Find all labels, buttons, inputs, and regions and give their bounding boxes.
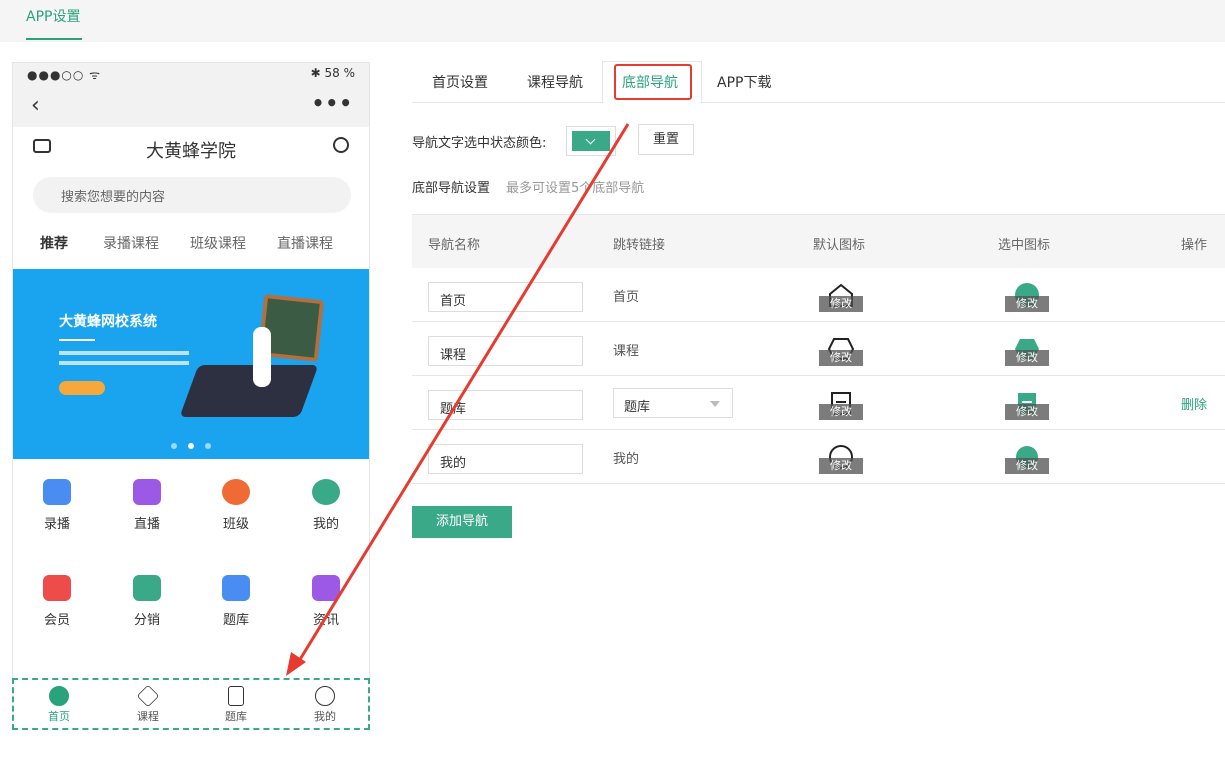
annotation-arrow (286, 123, 630, 676)
